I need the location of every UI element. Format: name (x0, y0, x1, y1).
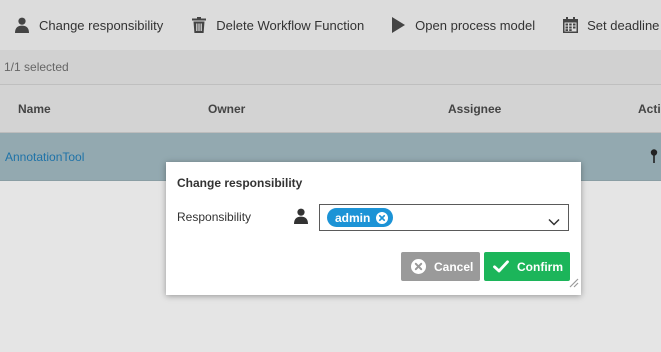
remove-tag-icon[interactable] (376, 211, 389, 224)
column-header-assignee[interactable]: Assignee (448, 85, 501, 133)
change-responsibility-button[interactable]: Change responsibility (13, 0, 163, 50)
column-header-owner[interactable]: Owner (208, 85, 245, 133)
row-name-link[interactable]: AnnotationTool (5, 133, 84, 181)
resize-handle-icon[interactable] (568, 275, 579, 293)
responsibility-select[interactable]: admin (319, 204, 569, 231)
cancel-button[interactable]: Cancel (401, 252, 480, 281)
user-icon (13, 16, 31, 34)
tag-label: admin (335, 210, 371, 225)
set-deadline-button[interactable]: Set deadline (561, 0, 659, 50)
selection-count: 1/1 selected (4, 60, 69, 74)
calendar-icon (561, 16, 579, 34)
column-header-name[interactable]: Name (18, 85, 51, 133)
trash-icon (190, 16, 208, 34)
pin-icon[interactable] (650, 149, 658, 168)
change-responsibility-dialog: Change responsibility Responsibility adm… (166, 162, 581, 295)
confirm-button[interactable]: Confirm (484, 252, 570, 281)
set-deadline-label: Set deadline (587, 17, 660, 33)
cancel-circle-icon (411, 259, 426, 274)
chevron-down-icon[interactable] (548, 213, 560, 231)
checkmark-icon (493, 260, 509, 273)
responsibility-label: Responsibility (177, 210, 252, 224)
delete-workflow-function-label: Delete Workflow Function (216, 17, 365, 33)
confirm-label: Confirm (517, 259, 563, 274)
dialog-title: Change responsibility (177, 176, 303, 190)
delete-workflow-function-button[interactable]: Delete Workflow Function (190, 0, 364, 50)
cancel-label: Cancel (434, 259, 474, 274)
play-icon (389, 16, 407, 34)
selected-tag-admin: admin (327, 208, 394, 227)
selection-bar: 1/1 selected (0, 50, 661, 85)
user-icon (294, 208, 308, 229)
column-header-actions[interactable]: Acti (638, 85, 661, 133)
table-header: Name Owner Assignee Acti (0, 85, 661, 133)
change-responsibility-label: Change responsibility (39, 17, 164, 33)
open-process-model-label: Open process model (415, 17, 536, 33)
open-process-model-button[interactable]: Open process model (389, 0, 535, 50)
toolbar: Change responsibility Delete Workflow Fu… (0, 0, 661, 50)
